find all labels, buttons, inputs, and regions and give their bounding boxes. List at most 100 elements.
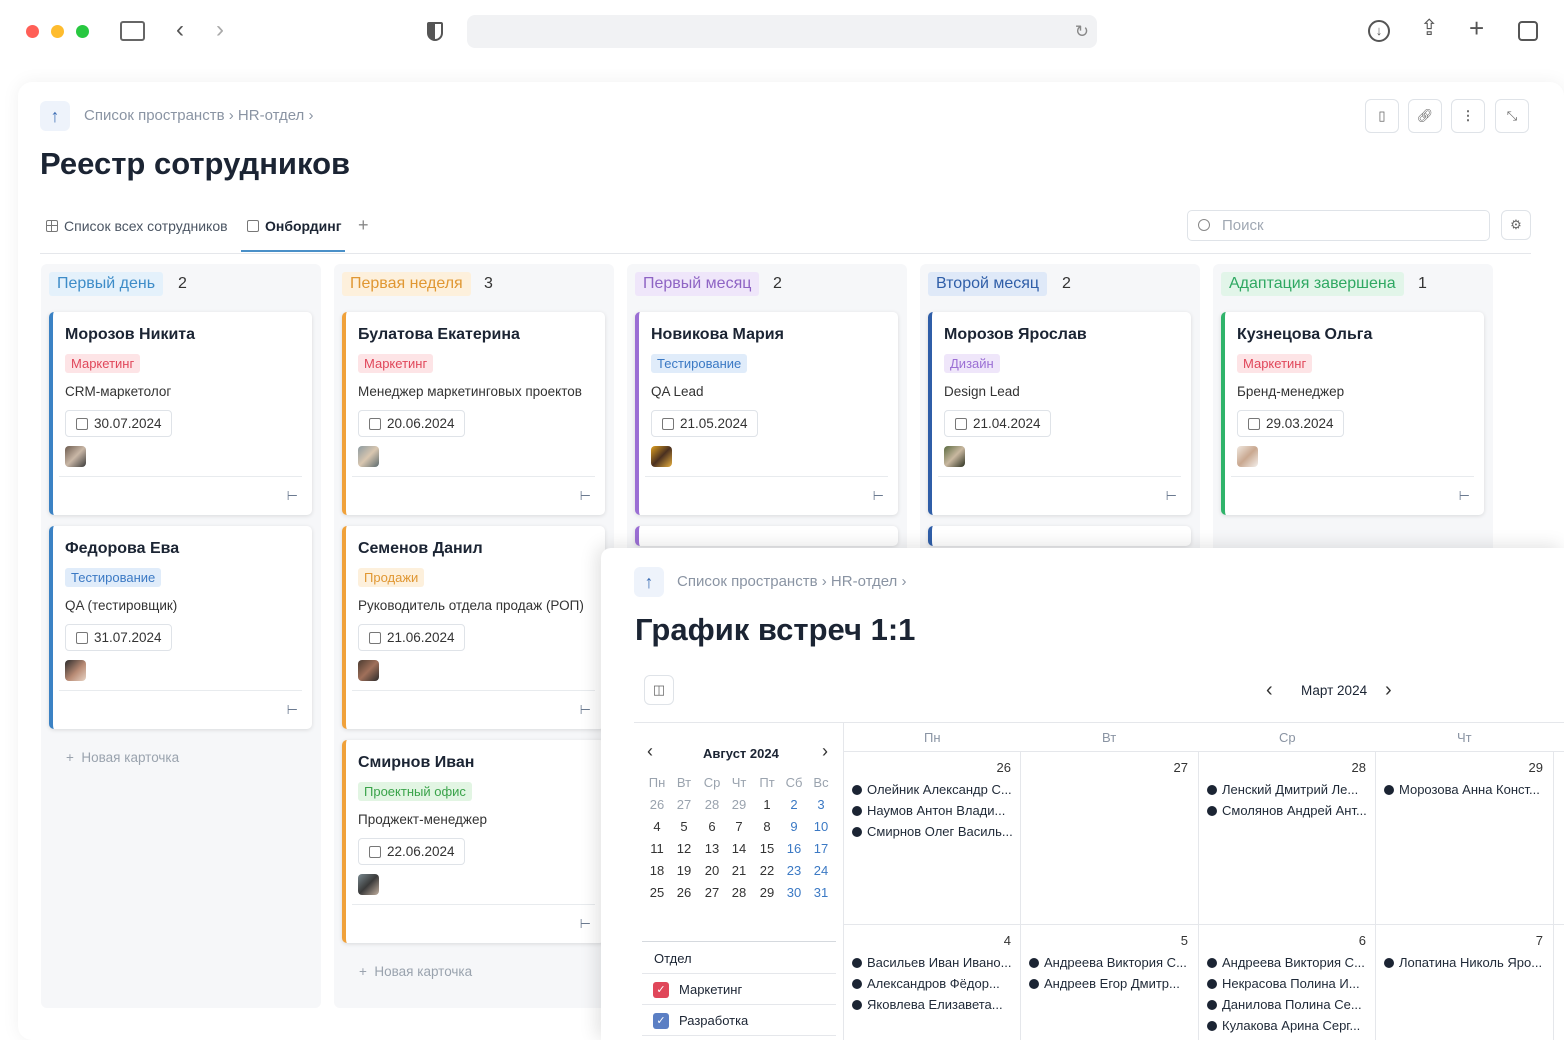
meeting-event[interactable]: Андреева Виктория С... xyxy=(1029,955,1194,970)
more-options-button[interactable]: ⋮ xyxy=(1451,99,1485,133)
mini-cal-day[interactable]: 16 xyxy=(782,841,806,856)
mini-cal-day[interactable]: 8 xyxy=(755,819,779,834)
mini-cal-day[interactable]: 26 xyxy=(672,885,696,900)
mini-cal-day[interactable]: 11 xyxy=(645,841,669,856)
meeting-event[interactable]: Олейник Александр С... xyxy=(852,782,1017,797)
meeting-event[interactable]: Данилова Полина Се... xyxy=(1207,997,1372,1012)
employee-card[interactable]: Новикова Мария Тестирование QA Lead 21.0… xyxy=(635,312,898,515)
subtasks-icon[interactable]: ⊢ xyxy=(1459,488,1470,504)
settings-button[interactable]: ⚙ xyxy=(1501,210,1531,240)
mini-cal-day[interactable]: 21 xyxy=(727,863,751,878)
subtasks-icon[interactable]: ⊢ xyxy=(580,488,591,504)
new-tab-icon[interactable]: + xyxy=(1469,15,1484,41)
search-input[interactable]: Поиск xyxy=(1187,210,1490,241)
meeting-event[interactable]: Смирнов Олег Василь... xyxy=(852,824,1017,839)
maximize-window-button[interactable] xyxy=(76,25,89,38)
meeting-event[interactable]: Андреев Егор Дмитр... xyxy=(1029,976,1194,991)
filter-marketing[interactable]: ✓ Маркетинг xyxy=(653,980,833,1002)
mini-cal-next-icon[interactable]: › xyxy=(822,741,828,762)
meeting-event[interactable]: Наумов Антон Влади... xyxy=(852,803,1017,818)
mini-cal-day[interactable]: 28 xyxy=(727,885,751,900)
shield-icon[interactable] xyxy=(427,22,443,41)
subtasks-icon[interactable]: ⊢ xyxy=(873,488,884,504)
link-button[interactable]: 🔗︎ xyxy=(1408,99,1442,133)
up-arrow-icon[interactable]: ↑ xyxy=(634,567,664,597)
mini-cal-day[interactable]: 24 xyxy=(809,863,833,878)
subtasks-icon[interactable]: ⊢ xyxy=(580,916,591,932)
employee-card-partial[interactable] xyxy=(635,526,898,546)
meeting-event[interactable]: Ленский Дмитрий Ле... xyxy=(1207,782,1372,797)
mini-cal-prev-icon[interactable]: ‹ xyxy=(647,741,653,762)
employee-card[interactable]: Морозов Ярослав Дизайн Design Lead 21.04… xyxy=(928,312,1191,515)
mini-cal-day[interactable]: 1 xyxy=(755,797,779,812)
mini-cal-day[interactable]: 14 xyxy=(727,841,751,856)
close-window-button[interactable] xyxy=(26,25,39,38)
employee-card[interactable]: Семенов Данил Продажи Руководитель отдел… xyxy=(342,526,605,729)
mini-cal-day[interactable]: 25 xyxy=(645,885,669,900)
mini-cal-day[interactable]: 26 xyxy=(645,797,669,812)
mini-cal-day[interactable]: 30 xyxy=(782,885,806,900)
meeting-event[interactable]: Морозова Анна Конст... xyxy=(1384,782,1549,797)
employee-card[interactable]: Федорова Ева Тестирование QA (тестировщи… xyxy=(49,526,312,729)
mini-cal-day[interactable]: 20 xyxy=(700,863,724,878)
meeting-event[interactable]: Смолянов Андрей Ант... xyxy=(1207,803,1372,818)
mini-cal-day[interactable]: 28 xyxy=(700,797,724,812)
mini-cal-day[interactable]: 13 xyxy=(700,841,724,856)
share-icon[interactable]: ⇪ xyxy=(1420,17,1438,39)
prev-month-button[interactable]: ‹ xyxy=(1266,679,1273,702)
subtasks-icon[interactable]: ⊢ xyxy=(287,702,298,718)
meeting-event[interactable]: Кулакова Арина Серг... xyxy=(1207,1018,1372,1033)
mini-cal-day[interactable]: 31 xyxy=(809,885,833,900)
back-icon[interactable]: ‹ xyxy=(176,18,184,42)
employee-card[interactable]: Морозов Никита Маркетинг CRM-маркетолог … xyxy=(49,312,312,515)
meeting-event[interactable]: Лопатина Николь Яро... xyxy=(1384,955,1549,970)
toggle-sidebar-button[interactable]: ◫ xyxy=(644,675,674,705)
employee-card[interactable]: Булатова Екатерина Маркетинг Менеджер ма… xyxy=(342,312,605,515)
mini-cal-day[interactable]: 6 xyxy=(700,819,724,834)
meeting-event[interactable]: Александров Фёдор... xyxy=(852,976,1017,991)
mini-cal-day[interactable]: 27 xyxy=(700,885,724,900)
bookmark-button[interactable]: ▯ xyxy=(1365,99,1399,133)
mini-cal-day[interactable]: 29 xyxy=(755,885,779,900)
checkbox-icon[interactable]: ✓ xyxy=(653,982,669,998)
up-arrow-icon[interactable]: ↑ xyxy=(40,101,70,131)
mini-cal-day[interactable]: 17 xyxy=(809,841,833,856)
mini-cal-day[interactable]: 29 xyxy=(727,797,751,812)
breadcrumb-hr[interactable]: HR-отдел xyxy=(238,107,304,124)
mini-cal-day[interactable]: 10 xyxy=(809,819,833,834)
mini-cal-day[interactable]: 5 xyxy=(672,819,696,834)
mini-cal-day[interactable]: 22 xyxy=(755,863,779,878)
new-card-button[interactable]: + Новая карточка xyxy=(359,964,472,979)
mini-cal-day[interactable]: 15 xyxy=(755,841,779,856)
subtasks-icon[interactable]: ⊢ xyxy=(580,702,591,718)
filter-development[interactable]: ✓ Разработка xyxy=(653,1011,833,1033)
mini-cal-day[interactable]: 4 xyxy=(645,819,669,834)
subtasks-icon[interactable]: ⊢ xyxy=(1166,488,1177,504)
employee-card[interactable]: Кузнецова Ольга Маркетинг Бренд-менеджер… xyxy=(1221,312,1484,515)
mini-cal-day[interactable]: 18 xyxy=(645,863,669,878)
mini-cal-day[interactable]: 2 xyxy=(782,797,806,812)
add-tab-button[interactable]: + xyxy=(358,215,369,236)
breadcrumb-hr[interactable]: HR-отдел xyxy=(831,573,897,590)
employee-card-partial[interactable] xyxy=(928,526,1191,546)
mini-cal-day[interactable]: 9 xyxy=(782,819,806,834)
mini-cal-day[interactable]: 7 xyxy=(727,819,751,834)
subtasks-icon[interactable]: ⊢ xyxy=(287,488,298,504)
mini-cal-day[interactable]: 19 xyxy=(672,863,696,878)
forward-icon[interactable]: › xyxy=(216,18,224,42)
minimize-window-button[interactable] xyxy=(51,25,64,38)
mini-cal-day[interactable]: 27 xyxy=(672,797,696,812)
sidebar-toggle-icon[interactable] xyxy=(120,21,145,41)
meeting-event[interactable]: Яковлева Елизавета... xyxy=(852,997,1017,1012)
tab-all-employees[interactable]: Список всех сотрудников xyxy=(46,218,228,234)
reload-icon[interactable]: ↻ xyxy=(1075,22,1089,42)
mini-cal-day[interactable]: 12 xyxy=(672,841,696,856)
download-icon[interactable]: ↓ xyxy=(1368,20,1390,42)
mini-cal-day[interactable]: 23 xyxy=(782,863,806,878)
breadcrumb-spaces[interactable]: Список пространств xyxy=(677,573,818,590)
mini-cal-day[interactable]: 3 xyxy=(809,797,833,812)
breadcrumb-spaces[interactable]: Список пространств xyxy=(84,107,225,124)
new-card-button[interactable]: + Новая карточка xyxy=(66,750,179,765)
checkbox-icon[interactable]: ✓ xyxy=(653,1013,669,1029)
tab-onboarding[interactable]: Онбординг xyxy=(247,218,342,234)
